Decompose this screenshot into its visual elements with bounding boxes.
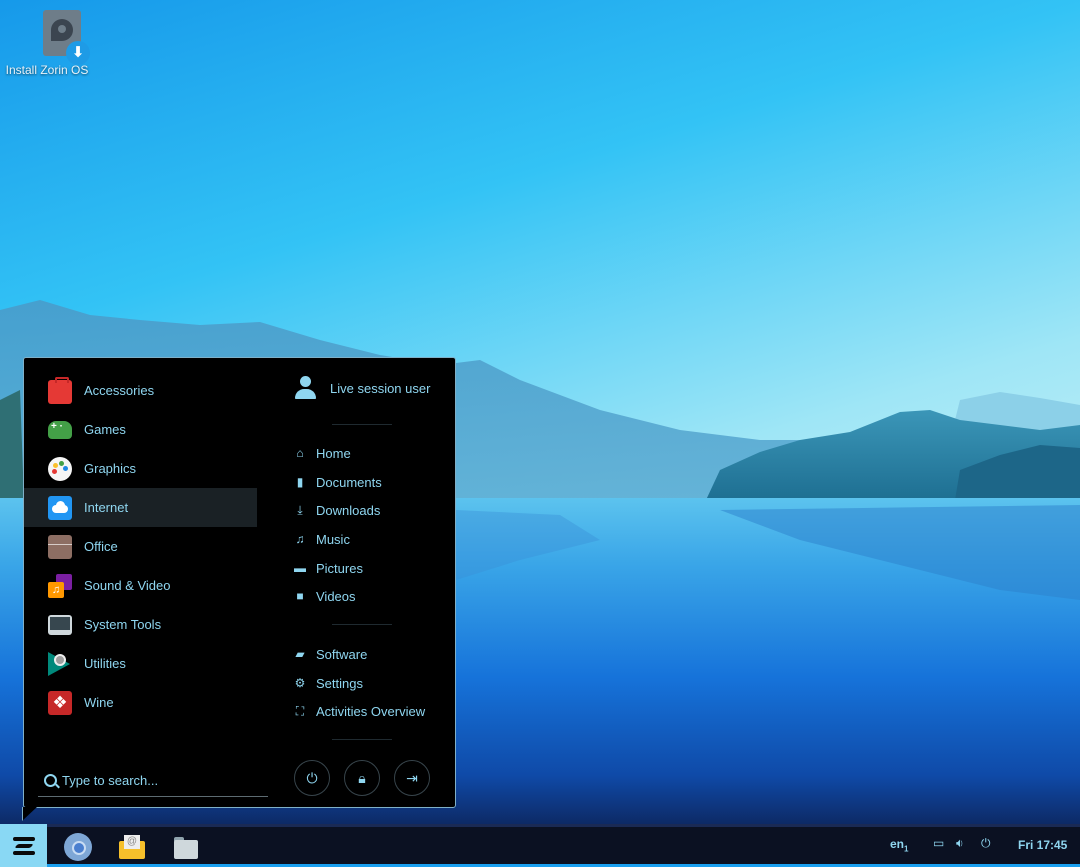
search-icon — [44, 774, 57, 787]
power-menu-indicator[interactable]: ⏻ — [981, 836, 991, 851]
app-menu: Accessories Games Graphics Internet Offi… — [23, 357, 456, 808]
category-games[interactable]: Games — [24, 410, 257, 449]
place-label: Documents — [316, 474, 382, 490]
place-label: Music — [316, 531, 350, 547]
place-label: Pictures — [316, 560, 363, 576]
document-icon: ▮ — [296, 475, 304, 489]
games-icon — [48, 420, 72, 439]
category-accessories[interactable]: Accessories — [24, 371, 257, 410]
category-label: Graphics — [84, 461, 137, 476]
internet-icon — [48, 495, 72, 520]
software-icon: ▰ — [295, 647, 305, 661]
separator — [332, 624, 392, 625]
separator — [332, 424, 392, 425]
mail-launcher[interactable]: @ — [118, 833, 146, 861]
system-settings[interactable]: ⚙ Settings — [294, 673, 363, 693]
category-list: Accessories Games Graphics Internet Offi… — [24, 371, 257, 722]
zorin-logo-icon — [12, 836, 35, 855]
category-label: Utilities — [84, 656, 126, 671]
lock-icon: 🔒︎ — [358, 769, 366, 786]
system-label: Activities Overview — [316, 703, 426, 719]
category-sound-video[interactable]: Sound & Video — [24, 566, 257, 605]
user-icon — [294, 376, 316, 400]
category-system-tools[interactable]: System Tools — [24, 605, 257, 644]
power-button[interactable]: ⏻ — [294, 760, 330, 796]
place-label: Downloads — [316, 502, 381, 518]
place-videos[interactable]: ■ Videos — [294, 586, 356, 606]
system-tools-icon — [48, 614, 72, 635]
search-input[interactable] — [62, 770, 262, 790]
display-indicator[interactable]: ▭ — [933, 836, 944, 850]
power-icon: ⏻ — [306, 769, 318, 786]
home-icon: ⌂ — [296, 446, 304, 460]
music-icon: ♫ — [295, 532, 305, 546]
place-label: Videos — [316, 588, 356, 604]
place-label: Home — [316, 445, 351, 461]
download-icon: ⤓ — [297, 503, 303, 517]
category-label: Wine — [84, 695, 114, 710]
keyboard-layout-indicator[interactable]: en1 — [890, 837, 908, 853]
taskbar: @ en1 ▭ 🔉︎ ⏻ Fri 17:45 — [0, 824, 1080, 867]
settings-icon: ⚙ — [294, 676, 306, 690]
volume-icon: 🔉︎ — [956, 836, 964, 850]
files-launcher[interactable] — [172, 833, 200, 861]
picture-icon: ▬ — [294, 561, 306, 575]
user-account-button[interactable]: Live session user — [294, 376, 430, 400]
category-label: System Tools — [84, 617, 162, 632]
category-internet[interactable]: Internet — [24, 488, 257, 527]
place-home[interactable]: ⌂ Home — [294, 443, 351, 463]
system-activities-overview[interactable]: ⛶ Activities Overview — [294, 701, 425, 721]
sound-video-icon — [48, 573, 72, 598]
category-office[interactable]: Office — [24, 527, 257, 566]
display-icon: ▭ — [933, 836, 945, 850]
logout-icon: ⇥ — [406, 769, 418, 786]
category-label: Games — [84, 422, 126, 437]
category-label: Sound & Video — [84, 578, 171, 593]
wine-icon — [48, 690, 72, 715]
place-pictures[interactable]: ▬ Pictures — [294, 558, 363, 578]
place-music[interactable]: ♫ Music — [294, 529, 350, 549]
video-icon: ■ — [296, 589, 304, 603]
search-box[interactable] — [38, 768, 268, 797]
desktop-icon-install-zorin[interactable]: ⬇ Install Zorin OS — [4, 8, 90, 78]
logout-button[interactable]: ⇥ — [394, 760, 430, 796]
category-label: Accessories — [84, 383, 155, 398]
accessories-icon — [48, 376, 72, 404]
category-label: Office — [84, 539, 118, 554]
chromium-launcher[interactable] — [64, 833, 92, 861]
activities-icon: ⛶ — [295, 704, 305, 718]
place-downloads[interactable]: ⤓ Downloads — [294, 500, 380, 520]
category-wine[interactable]: Wine — [24, 683, 257, 722]
user-name: Live session user — [330, 380, 431, 396]
volume-indicator[interactable]: 🔉︎ — [956, 836, 964, 851]
system-label: Settings — [316, 675, 363, 691]
install-drive-icon: ⬇ — [23, 8, 90, 65]
power-icon: ⏻ — [981, 836, 991, 850]
clock[interactable]: Fri 17:45 — [1018, 838, 1067, 852]
zorin-menu-button[interactable] — [0, 824, 47, 867]
keyboard-layout-sub: 1 — [904, 844, 909, 854]
system-software[interactable]: ▰ Software — [294, 644, 367, 664]
office-icon — [48, 534, 72, 559]
keyboard-layout: en — [890, 837, 905, 851]
lock-button[interactable]: 🔒︎ — [344, 760, 380, 796]
utilities-icon — [48, 651, 72, 676]
place-documents[interactable]: ▮ Documents — [294, 472, 382, 492]
separator — [332, 739, 392, 740]
graphics-icon — [48, 456, 72, 481]
category-graphics[interactable]: Graphics — [24, 449, 257, 488]
category-label: Internet — [84, 500, 129, 515]
category-utilities[interactable]: Utilities — [24, 644, 257, 683]
system-label: Software — [316, 646, 368, 662]
